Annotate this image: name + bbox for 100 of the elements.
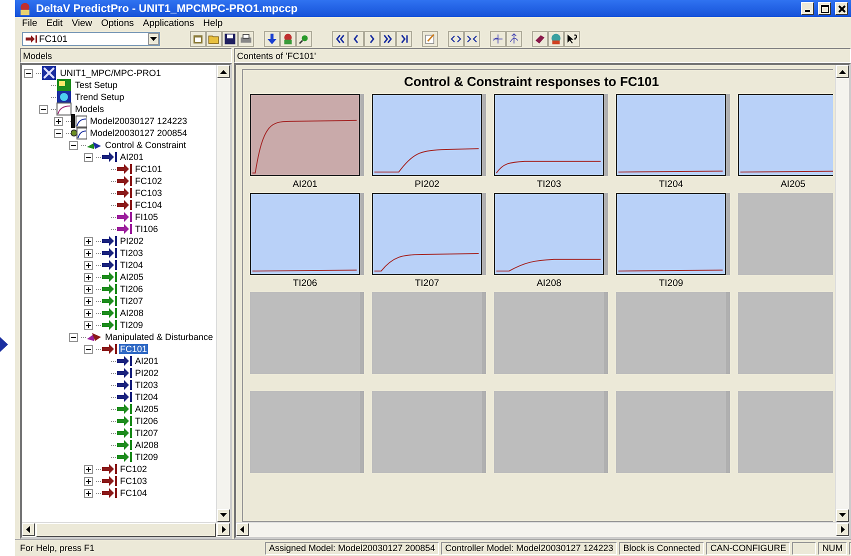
collapse-icon[interactable] [54,128,63,138]
print-button[interactable] [238,31,254,47]
tree-item[interactable]: FC102 [134,176,164,186]
menu-item[interactable]: Help [203,18,223,29]
tree-item[interactable]: PI202 [134,368,160,378]
tree-item[interactable]: AI205 [134,404,160,414]
axis-button[interactable] [490,31,506,47]
close-icon [838,4,846,12]
properties-button[interactable] [190,31,206,47]
menu-item[interactable]: Options [101,18,134,29]
tree-item[interactable]: TI204 [119,260,144,270]
tree-item[interactable]: Trend Setup [74,92,126,102]
vertical-scrollbar[interactable] [835,65,849,522]
expand-button[interactable] [448,31,464,47]
scroll-down-button[interactable] [836,509,849,522]
tree-item[interactable]: AI208 [119,308,145,318]
menu-item[interactable]: Edit [46,18,63,29]
tree-item[interactable]: AI205 [119,272,145,282]
tree-item[interactable]: TI207 [134,428,160,438]
previous-button[interactable] [348,31,364,47]
variable-combo[interactable]: FC101 [22,32,160,46]
shrink-button[interactable] [464,31,480,47]
dropdown-button[interactable] [148,33,159,45]
expand-icon[interactable] [84,236,93,246]
scroll-thumb[interactable] [36,523,216,537]
menu-item[interactable]: File [22,18,38,29]
next-button[interactable] [364,31,380,47]
first-button[interactable] [332,31,348,47]
collapse-icon[interactable] [24,68,33,78]
collapse-icon[interactable] [39,104,48,114]
download-button[interactable] [264,31,280,47]
expand-icon[interactable] [84,272,93,282]
scroll-down-button[interactable] [217,509,230,522]
response-plot[interactable] [738,94,833,176]
tree-item[interactable]: TI209 [134,452,160,462]
tree-item[interactable]: TI206 [134,416,160,426]
horizontal-scrollbar[interactable] [236,522,849,537]
tree-item[interactable]: FI105 [134,212,160,222]
expand-icon[interactable] [84,476,93,486]
scroll-right-button[interactable] [836,523,849,536]
tree-item[interactable]: Models [74,104,106,114]
edit-button[interactable] [422,31,438,47]
expand-icon[interactable] [84,308,93,318]
fast-forward-button[interactable] [380,31,396,47]
last-button[interactable] [396,31,412,47]
vertical-scrollbar[interactable] [216,65,230,522]
expand-icon[interactable] [54,116,63,126]
tree-item[interactable]: FC102 [119,464,148,474]
close-button[interactable] [835,2,848,15]
expand-icon[interactable] [84,488,93,498]
expand-icon[interactable] [84,296,93,306]
horizontal-scrollbar[interactable] [22,522,230,537]
minimize-button[interactable] [801,2,814,15]
tree-item[interactable]: AI208 [134,440,160,450]
tree-item[interactable]: AI201 [134,356,160,366]
expand-icon[interactable] [84,464,93,474]
scroll-left-button[interactable] [22,523,35,536]
tree-item[interactable]: Manipulated & Disturbance [104,332,214,342]
tree-item[interactable]: TI204 [134,392,160,402]
tree-item[interactable]: FC104 [119,488,148,498]
tree-item[interactable]: TI106 [134,224,160,234]
figure-button[interactable] [280,31,296,47]
tree-item[interactable]: FC103 [119,476,148,486]
menu-item[interactable]: Applications [142,18,194,29]
tree-item[interactable]: PI202 [119,236,145,246]
tree-item[interactable]: TI206 [119,284,144,294]
collapse-icon[interactable] [84,344,93,354]
tree-item[interactable]: TI203 [119,248,144,258]
panel-header: Models [20,48,232,63]
tree-item[interactable]: FC103 [134,188,164,198]
menu-item[interactable]: View [72,18,92,29]
expand-icon[interactable] [84,248,93,258]
tree-item[interactable]: TI207 [119,296,144,306]
tree-item[interactable]: TI209 [119,320,144,330]
maximize-button[interactable] [818,2,831,15]
tree-item[interactable]: Test Setup [74,80,119,90]
save-button[interactable] [222,31,238,47]
tree-item[interactable]: Model20030127 124223 [89,116,188,126]
tree-item[interactable]: TI203 [134,380,160,390]
axis-scale-button[interactable] [506,31,522,47]
scroll-up-button[interactable] [217,65,230,78]
tree-item[interactable]: FC104 [134,200,164,210]
collapse-icon[interactable] [69,140,78,150]
scroll-left-button[interactable] [236,523,249,536]
scroll-right-button[interactable] [217,523,230,536]
collapse-icon[interactable] [69,332,78,342]
expand-icon[interactable] [84,320,93,330]
open-button[interactable] [206,31,222,47]
help-button[interactable] [564,31,580,47]
collapse-icon[interactable] [84,152,93,162]
expand-icon[interactable] [84,260,93,270]
search-button[interactable] [296,31,312,47]
tree-item[interactable]: UNIT1_MPC/MPC-PRO1 [59,68,162,78]
tree-item[interactable]: FC101 [119,344,148,354]
tree-item[interactable]: FC101 [134,164,164,174]
tree-item[interactable]: Control & Constraint [104,140,188,150]
tree-item[interactable]: AI201 [119,152,145,162]
tree-item[interactable]: Model20030127 200854 [89,128,188,138]
scroll-up-button[interactable] [836,65,849,78]
expand-icon[interactable] [84,284,93,294]
